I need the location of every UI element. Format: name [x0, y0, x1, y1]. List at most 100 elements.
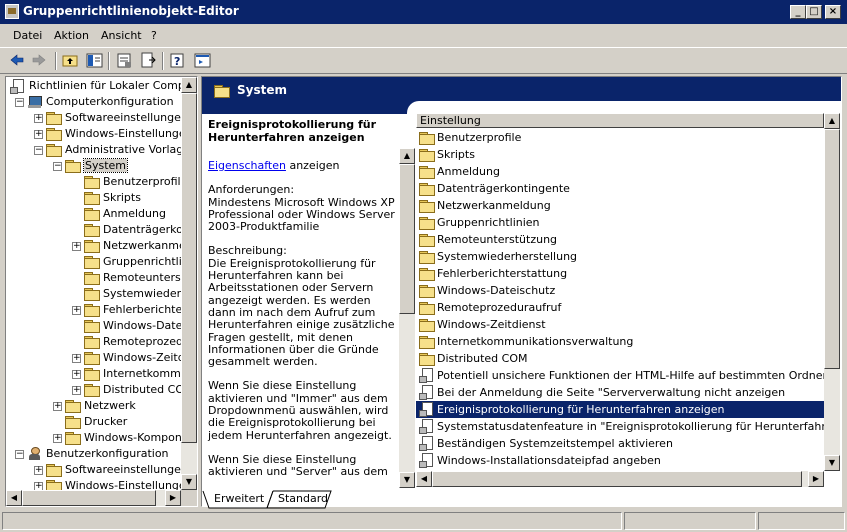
list-horizontal-scrollbar[interactable]: ◀ ▶ — [416, 471, 824, 487]
list-item[interactable]: Remoteunterstützung — [416, 231, 825, 248]
list-item-label: Benutzerprofile — [437, 131, 522, 144]
console-tree-icon[interactable] — [194, 52, 211, 69]
properties-icon[interactable] — [116, 52, 133, 69]
list-item[interactable]: Windows-Installationsdateipfad angeben — [416, 452, 825, 469]
console-tree[interactable]: Richtlinien für Lokaler Computer − Compute… — [5, 76, 198, 507]
list-item[interactable]: Anmeldung — [416, 163, 825, 180]
scroll-up-arrow-icon[interactable]: ▲ — [181, 77, 197, 93]
properties-link[interactable]: Eigenschaften — [208, 159, 286, 172]
folder-icon — [46, 128, 62, 141]
collapse-icon[interactable]: − — [15, 98, 24, 107]
gpedit-app-icon[interactable] — [5, 4, 19, 19]
tree-item-label: Windows-Einstellungen — [65, 127, 193, 140]
expand-icon[interactable]: + — [34, 466, 43, 475]
maximize-button[interactable]: □ — [806, 5, 822, 19]
list-item-label: Windows-Dateischutz — [437, 284, 556, 297]
expand-icon[interactable]: + — [72, 354, 81, 363]
scroll-up-arrow-icon[interactable]: ▲ — [824, 113, 840, 129]
expand-icon[interactable]: + — [72, 242, 81, 251]
scroll-left-arrow-icon[interactable]: ◀ — [416, 471, 432, 487]
collapse-icon[interactable]: − — [53, 162, 62, 171]
computer-icon — [27, 95, 43, 109]
expand-icon[interactable]: + — [53, 434, 62, 443]
tree-scroll-thumb[interactable] — [181, 93, 197, 443]
scroll-down-arrow-icon[interactable]: ▼ — [824, 455, 840, 471]
list-vertical-scrollbar[interactable]: ▲ ▼ — [824, 113, 840, 471]
menu-action[interactable]: Aktion — [54, 29, 89, 42]
folder-icon — [419, 234, 435, 247]
expand-icon[interactable]: + — [53, 402, 62, 411]
up-folder-icon[interactable] — [62, 52, 79, 69]
minimize-button[interactable]: _ — [790, 5, 806, 19]
tab-extended[interactable]: Erweitert — [214, 492, 264, 508]
back-arrow-icon[interactable] — [8, 52, 25, 69]
list-item[interactable]: Windows-Zeitdienst — [416, 316, 825, 333]
expand-icon[interactable]: + — [34, 130, 43, 139]
folder-icon — [46, 464, 62, 477]
list-item-label: Potentiell unsichere Funktionen der HTML… — [437, 369, 825, 382]
expand-icon[interactable]: + — [72, 370, 81, 379]
menu-help[interactable]: ? — [151, 29, 157, 42]
folder-icon — [419, 302, 435, 315]
list-item[interactable]: Gruppenrichtlinien — [416, 214, 825, 231]
list-item[interactable]: Bei der Anmeldung die Seite "Serververwa… — [416, 384, 825, 401]
details-pane: System Ereignisprotokollierung für Herun… — [201, 76, 842, 507]
scroll-left-arrow-icon[interactable]: ◀ — [6, 490, 22, 506]
tab-standard[interactable]: Standard — [278, 492, 328, 508]
description-para-3: Wenn Sie diese Einstellung aktivieren un… — [208, 452, 388, 479]
list-item-label: Ereignisprotokollierung für Herunterfahr… — [437, 403, 725, 416]
menu-bar: Datei Aktion Ansicht ? — [0, 26, 847, 46]
list-item[interactable]: Systemstatusdatenfeature in "Ereignispro… — [416, 418, 825, 435]
list-item[interactable]: Benutzerprofile — [416, 129, 825, 146]
show-hide-tree-icon[interactable] — [86, 52, 103, 69]
expand-icon[interactable]: + — [72, 306, 81, 315]
header-title: System — [237, 83, 287, 97]
list-item[interactable]: Remoteprozeduraufruf — [416, 299, 825, 316]
tree-vertical-scrollbar[interactable]: ▲ ▼ — [181, 77, 197, 490]
tree-horizontal-scrollbar[interactable]: ◀ ▶ — [6, 490, 181, 506]
description-scroll-thumb[interactable] — [399, 164, 415, 314]
collapse-icon[interactable]: − — [34, 146, 43, 155]
folder-icon — [65, 160, 81, 173]
title-bar[interactable]: Gruppenrichtlinienobjekt-Editor _ □ × — [0, 0, 847, 24]
list-item[interactable]: Internetkommunikationsverwaltung — [416, 333, 825, 350]
export-list-icon[interactable] — [140, 52, 157, 69]
requirements-label: Anforderungen: — [208, 183, 295, 197]
tree-hscroll-thumb[interactable] — [22, 490, 156, 506]
list-item[interactable]: Datenträgerkontingente — [416, 180, 825, 197]
column-header-setting[interactable]: Einstellung — [416, 113, 824, 128]
menu-view[interactable]: Ansicht — [101, 29, 142, 42]
list-item[interactable]: Netzwerkanmeldung — [416, 197, 825, 214]
scroll-down-arrow-icon[interactable]: ▼ — [181, 474, 197, 490]
tree-item-label: Netzwerk — [84, 399, 136, 412]
scroll-right-arrow-icon[interactable]: ▶ — [808, 471, 824, 487]
list-scroll-thumb[interactable] — [824, 129, 840, 369]
list-item[interactable]: Windows-Dateischutz — [416, 282, 825, 299]
collapse-icon[interactable]: − — [15, 450, 24, 459]
scroll-down-arrow-icon[interactable]: ▼ — [399, 472, 415, 488]
folder-icon — [84, 304, 100, 317]
user-icon — [27, 447, 43, 461]
close-button[interactable]: × — [825, 5, 841, 19]
list-item[interactable]: Distributed COM — [416, 350, 825, 367]
forward-arrow-icon[interactable] — [31, 52, 48, 69]
toolbar: ? — [0, 47, 847, 74]
scroll-up-arrow-icon[interactable]: ▲ — [399, 148, 415, 164]
description-vertical-scrollbar[interactable]: ▲ ▼ — [399, 148, 415, 488]
list-item[interactable]: Skripts — [416, 146, 825, 163]
list-item[interactable]: Systemwiederherstellung — [416, 248, 825, 265]
list-item[interactable]: Ereignisprotokollierung für Herunterfahr… — [416, 401, 825, 418]
list-item[interactable]: Potentiell unsichere Funktionen der HTML… — [416, 367, 825, 384]
folder-icon — [419, 319, 435, 332]
expand-icon[interactable]: + — [72, 386, 81, 395]
expand-icon[interactable]: + — [34, 114, 43, 123]
folder-icon — [65, 432, 81, 445]
policy-title: Ereignisprotokollierung für Herunterfahr… — [208, 118, 377, 144]
folder-icon — [65, 400, 81, 413]
list-item[interactable]: Fehlerberichterstattung — [416, 265, 825, 282]
scroll-right-arrow-icon[interactable]: ▶ — [165, 490, 181, 506]
list-hscroll-thumb[interactable] — [432, 471, 802, 487]
list-item[interactable]: Beständigen Systemzeitstempel aktivieren — [416, 435, 825, 452]
help-icon[interactable]: ? — [170, 52, 187, 69]
menu-file[interactable]: Datei — [13, 29, 42, 42]
